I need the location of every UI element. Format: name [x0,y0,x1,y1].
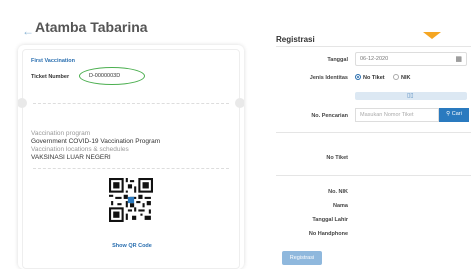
date-value: 06-12-2020 [360,56,389,62]
radio-nik-label: NIK [401,75,411,81]
name-label: Nama [333,203,348,209]
scan-barcode-button[interactable]: ▯▯ [355,92,467,100]
search-divider [276,132,471,133]
barcode-icon: ▯▯ [407,93,414,99]
search-button-label: Cari [451,111,462,117]
search-icon: ⚲ [446,111,451,117]
dob-label: Tanggal Lahir [312,217,348,223]
section-title: First Vaccination [31,58,76,64]
registration-panel: Registrasi Tanggal 06-12-2020 ▦ Jenis Id… [268,0,475,269]
date-field[interactable]: 06-12-2020 ▦ [355,52,467,66]
app-root: ← Atamba Tabarina First Vaccination Tick… [0,0,475,269]
radio-nik[interactable] [393,74,399,80]
back-arrow-icon[interactable]: ← [22,24,34,38]
radio-no-tiket-label: No Tiket [363,75,385,81]
program-value: Government COVID-19 Vaccination Program [31,138,161,145]
card-inner: First Vaccination Ticket Number D-000000… [18,49,244,269]
ticket-number-label: Ticket Number [31,74,70,80]
vaccination-card: First Vaccination Ticket Number D-000000… [18,45,244,269]
card-notch-right [235,98,244,108]
location-label: Vaccination locations & schedules [31,146,129,153]
identity-type-label: Jenis Identitas [309,75,348,81]
location-value: VAKSINASI LUAR NEGERI [31,154,111,161]
search-number-label: No. Pencarian [311,113,348,119]
ticket-divider [276,175,471,176]
ticket-label: No Tiket [326,155,348,161]
calendar-icon[interactable]: ▦ [455,55,462,63]
search-input[interactable]: Masukan Nomor Tiket [355,108,439,122]
title-divider [276,46,471,47]
date-label: Tanggal [327,57,348,63]
search-button[interactable]: ⚲ Cari [439,108,469,122]
program-label: Vaccination program [31,130,91,137]
pointer-triangle-icon [423,32,441,39]
card-divider [33,103,229,104]
ticket-number-value: D-0000003D [89,73,121,79]
patient-name: Atamba Tabarina [35,19,148,35]
show-qr-code-link[interactable]: Show QR Code [23,243,241,249]
ticket-panel: ← Atamba Tabarina First Vaccination Tick… [0,0,262,269]
nik-label: No. NIK [328,189,348,195]
radio-no-tiket[interactable] [355,74,361,80]
card-divider-2 [33,168,229,169]
card-notch-left [18,98,27,108]
qr-code-icon [109,178,153,222]
phone-label: No Handphone [308,231,348,237]
registration-title: Registrasi [276,35,315,44]
register-button[interactable]: Registrasi [282,251,322,265]
